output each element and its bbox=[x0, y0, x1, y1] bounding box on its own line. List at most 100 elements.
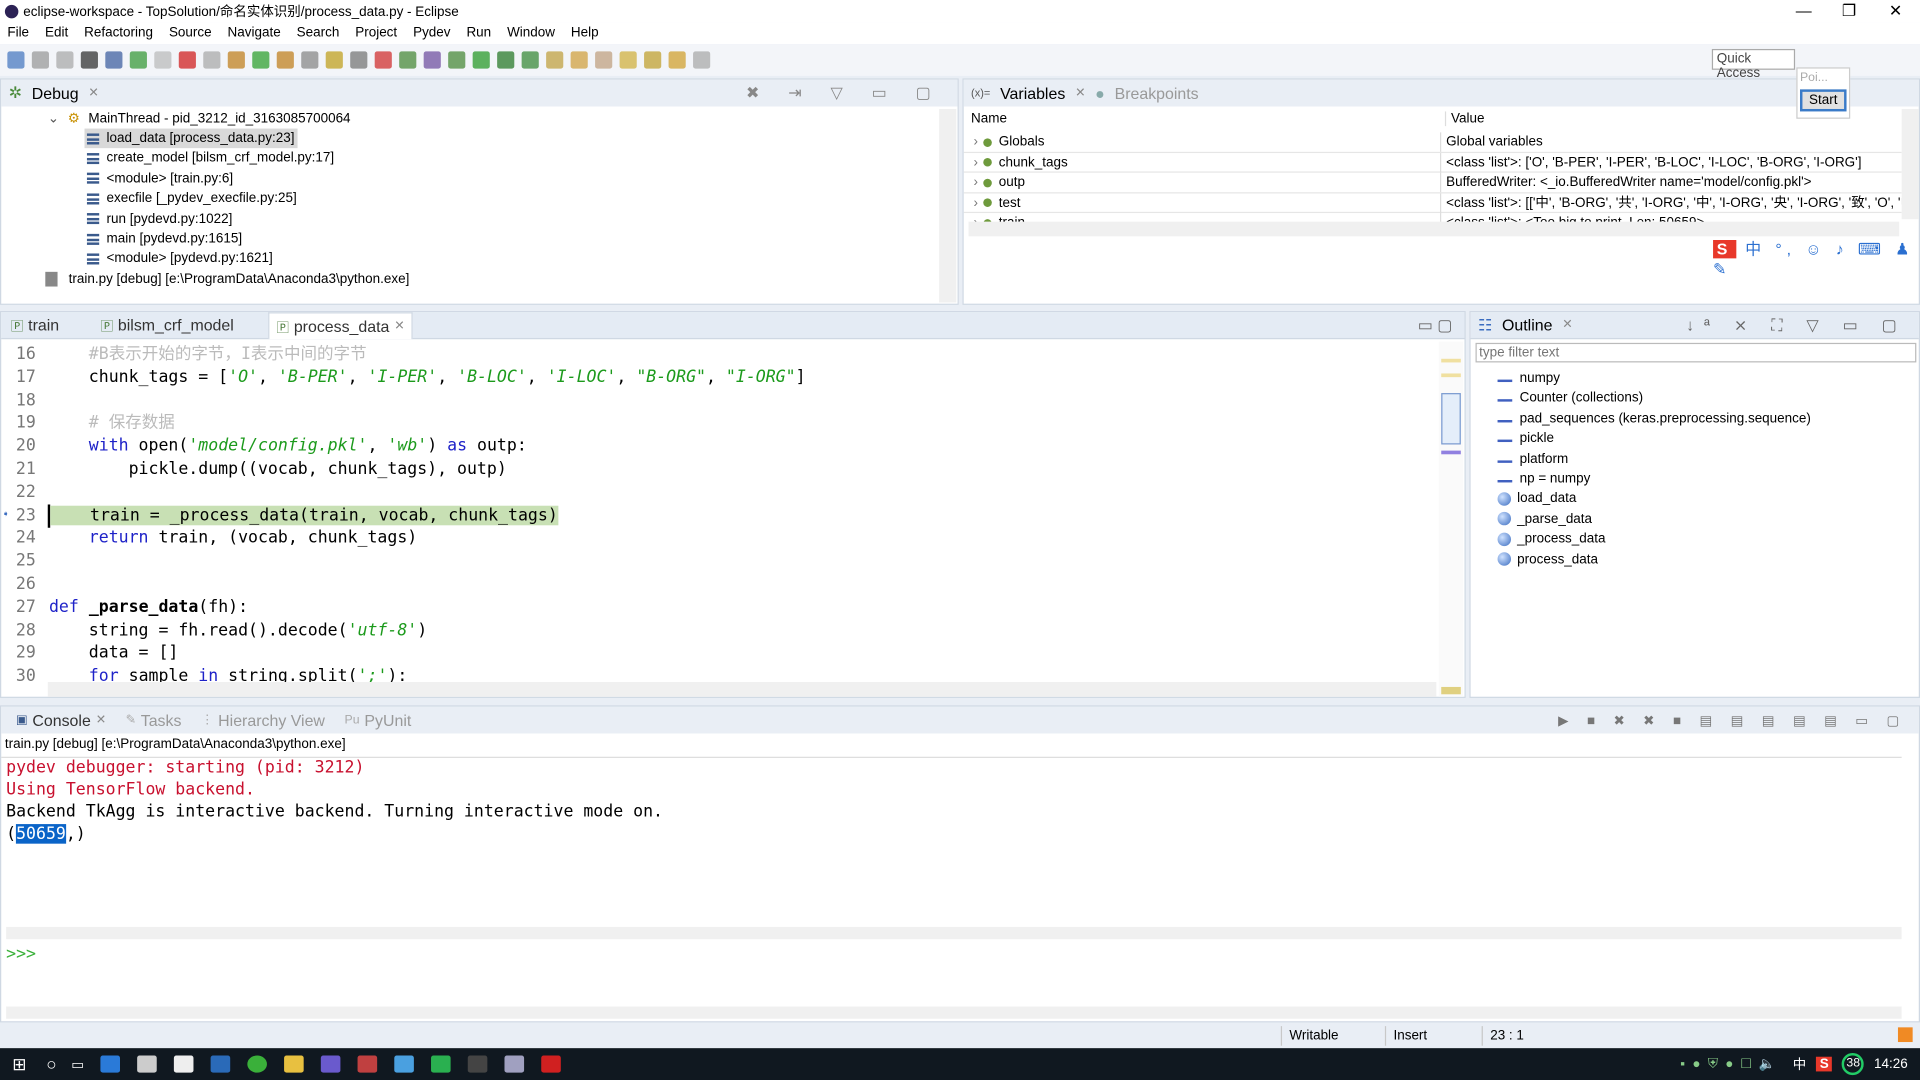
app-icon[interactable] bbox=[540, 1055, 561, 1073]
code-line[interactable]: 17 chunk_tags = ['O', 'B-PER', 'I-PER', … bbox=[1, 366, 1434, 389]
toolbar-button-icon[interactable] bbox=[399, 51, 417, 69]
outline-item[interactable]: Counter (collections) bbox=[1497, 389, 1643, 409]
outline-item[interactable]: process_data bbox=[1497, 549, 1598, 569]
toolbar-button-icon[interactable] bbox=[521, 51, 539, 69]
start-button[interactable]: Start bbox=[1800, 89, 1847, 112]
overview-ruler[interactable] bbox=[1438, 341, 1464, 697]
toolbar-button-icon[interactable] bbox=[497, 51, 515, 69]
code-line[interactable]: 16 #B表示开始的字节，I表示中间的字节 bbox=[1, 343, 1434, 366]
close-tab-icon[interactable]: ✕ bbox=[88, 86, 98, 99]
outline-item[interactable]: np = numpy bbox=[1497, 469, 1590, 489]
close-tab-icon[interactable]: ✕ bbox=[394, 319, 404, 332]
console-hscrollbar[interactable] bbox=[6, 926, 1902, 940]
variables-hscrollbar[interactable] bbox=[968, 221, 1900, 237]
code-line[interactable]: 20 with open('model/config.pkl', 'wb') a… bbox=[1, 435, 1434, 458]
app-icon[interactable] bbox=[357, 1055, 377, 1073]
toolbar-button-icon[interactable] bbox=[693, 51, 711, 69]
explorer-icon[interactable] bbox=[283, 1055, 304, 1073]
toolbar-button-icon[interactable] bbox=[129, 51, 147, 69]
tab-train[interactable]: 🄿train bbox=[4, 312, 67, 339]
code-line[interactable]: 30 for sample in string.split(';'): bbox=[1, 665, 1434, 682]
stack-frame-row[interactable]: load_data [process_data.py:23] bbox=[84, 128, 297, 149]
outline-item[interactable]: numpy bbox=[1497, 369, 1560, 389]
toolbar-button-icon[interactable] bbox=[227, 51, 245, 69]
code-line[interactable]: 27 def _parse_data(fh): bbox=[1, 596, 1434, 619]
close-tab-icon[interactable]: ✕ bbox=[1562, 318, 1572, 331]
toolbar-button-icon[interactable] bbox=[325, 51, 343, 69]
menu-window[interactable]: Window bbox=[507, 26, 555, 41]
menu-refactoring[interactable]: Refactoring bbox=[84, 26, 153, 41]
outline-item[interactable]: pickle bbox=[1497, 429, 1554, 449]
stack-frame-row[interactable]: execfile [_pydev_execfile.py:25] bbox=[84, 189, 299, 209]
console-line[interactable]: Using TensorFlow backend. bbox=[6, 779, 255, 801]
toolbar-button-icon[interactable] bbox=[56, 51, 74, 69]
view-toolbar-icons[interactable]: ✖ ⇥ ▽ ▭ ▢ bbox=[746, 83, 943, 103]
ime-indicator[interactable]: 中 bbox=[1793, 1054, 1806, 1074]
close-button[interactable]: ✕ bbox=[1873, 0, 1917, 22]
toolbar-button-icon[interactable] bbox=[252, 51, 270, 69]
badge[interactable]: 38 bbox=[1842, 1053, 1865, 1076]
stack-frame-row[interactable]: run [pydevd.py:1022] bbox=[84, 209, 234, 229]
toolbar-button-icon[interactable] bbox=[668, 51, 686, 69]
mail-icon[interactable] bbox=[173, 1055, 193, 1073]
thread-row[interactable]: ⌄ ⚙ MainThread - pid_3212_id_31630857000… bbox=[48, 109, 351, 129]
menu-help[interactable]: Help bbox=[571, 26, 599, 41]
expand-chevron-icon[interactable]: › bbox=[973, 155, 977, 170]
column-header-name[interactable]: Name bbox=[971, 111, 1007, 126]
tab-console[interactable]: ▣ Console ✕ bbox=[9, 707, 114, 734]
code-line[interactable]: 22 bbox=[1, 481, 1434, 504]
stack-frame-row[interactable]: <module> [train.py:6] bbox=[84, 169, 235, 189]
outline-item[interactable]: load_data bbox=[1497, 489, 1576, 509]
ime-toolbar[interactable]: S 中 °, ☺ ♪ ⌨ ♟ ✎ bbox=[1713, 236, 1919, 279]
menu-edit[interactable]: Edit bbox=[45, 26, 68, 41]
tab-hierarchy-view[interactable]: ⋮ Hierarchy View bbox=[194, 707, 333, 734]
outline-item[interactable]: _parse_data bbox=[1497, 509, 1592, 529]
toolbar-button-icon[interactable] bbox=[350, 51, 368, 69]
toolbar-button-icon[interactable] bbox=[276, 51, 294, 69]
menu-file[interactable]: File bbox=[7, 26, 29, 41]
code-line[interactable]: 24 return train, (vocab, chunk_tags) bbox=[1, 527, 1434, 550]
toolbar-button-icon[interactable] bbox=[7, 51, 25, 69]
expand-chevron-icon[interactable]: › bbox=[973, 135, 977, 150]
variable-row[interactable]: › outp BufferedWriter: <_io.BufferedWriter… bbox=[963, 172, 1902, 193]
stack-frame-row[interactable]: create_model [bilsm_crf_model.py:17] bbox=[84, 149, 336, 169]
console-result-line[interactable]: (50659,) bbox=[6, 823, 86, 845]
app-icon[interactable] bbox=[504, 1055, 524, 1073]
variables-vscrollbar[interactable] bbox=[1901, 108, 1919, 220]
console-prompt[interactable]: >>> bbox=[6, 943, 36, 965]
toolbar-button-icon[interactable] bbox=[178, 51, 196, 69]
tab-variables[interactable]: Variables bbox=[1000, 84, 1065, 102]
tray-icons[interactable]: ▪●⛨●☐🔈 bbox=[1680, 1056, 1783, 1073]
code-line[interactable]: 28 string = fh.read().decode('utf-8') bbox=[1, 619, 1434, 642]
process-row[interactable]: train.py [debug] [e:\ProgramData\Anacond… bbox=[45, 269, 409, 289]
toolbar-button-icon[interactable] bbox=[595, 51, 613, 69]
variable-row[interactable]: › test <class 'list'>: [['中', 'B-ORG', '共'… bbox=[963, 192, 1902, 214]
tab-outline[interactable]: Outline bbox=[1502, 316, 1552, 334]
toolbar-button-icon[interactable] bbox=[448, 51, 466, 69]
menu-run[interactable]: Run bbox=[466, 26, 491, 41]
toolbar-button-icon[interactable] bbox=[374, 51, 392, 69]
clock[interactable]: 14:26 bbox=[1874, 1057, 1908, 1072]
menu-search[interactable]: Search bbox=[297, 26, 340, 41]
code-line[interactable]: 23 ➧ train = _process_data(train, vocab, … bbox=[1, 503, 1434, 528]
code-line[interactable]: 25 bbox=[1, 550, 1434, 573]
store-icon[interactable] bbox=[136, 1055, 157, 1073]
toolbar-button-icon[interactable] bbox=[105, 51, 123, 69]
sogou-icon[interactable]: S bbox=[1816, 1056, 1833, 1072]
outline-filter-input[interactable] bbox=[1475, 342, 1917, 363]
selected-text[interactable]: 50659 bbox=[16, 824, 66, 844]
tab-pyunit[interactable]: Pu PyUnit bbox=[337, 707, 418, 734]
variable-row[interactable]: › chunk_tags <class 'list'>: ['O', 'B-PER'… bbox=[963, 152, 1902, 173]
app-icon[interactable] bbox=[393, 1055, 414, 1073]
minimize-button[interactable]: — bbox=[1782, 0, 1826, 22]
edge-icon[interactable] bbox=[99, 1055, 120, 1073]
quick-access-input[interactable]: Quick Access bbox=[1711, 48, 1796, 81]
terminal-icon[interactable] bbox=[467, 1055, 487, 1073]
tab-process-data[interactable]: 🄿process_data ✕ bbox=[268, 311, 414, 339]
tab-breakpoints[interactable]: Breakpoints bbox=[1115, 84, 1199, 102]
outline-item[interactable]: platform bbox=[1497, 449, 1568, 469]
view-controls[interactable]: ▭ ▢ bbox=[1418, 315, 1453, 335]
prompt-hscrollbar[interactable] bbox=[6, 1006, 1902, 1019]
console-line[interactable]: Backend TkAgg is interactive backend. Tu… bbox=[6, 801, 663, 823]
outline-item[interactable]: _process_data bbox=[1497, 529, 1606, 549]
